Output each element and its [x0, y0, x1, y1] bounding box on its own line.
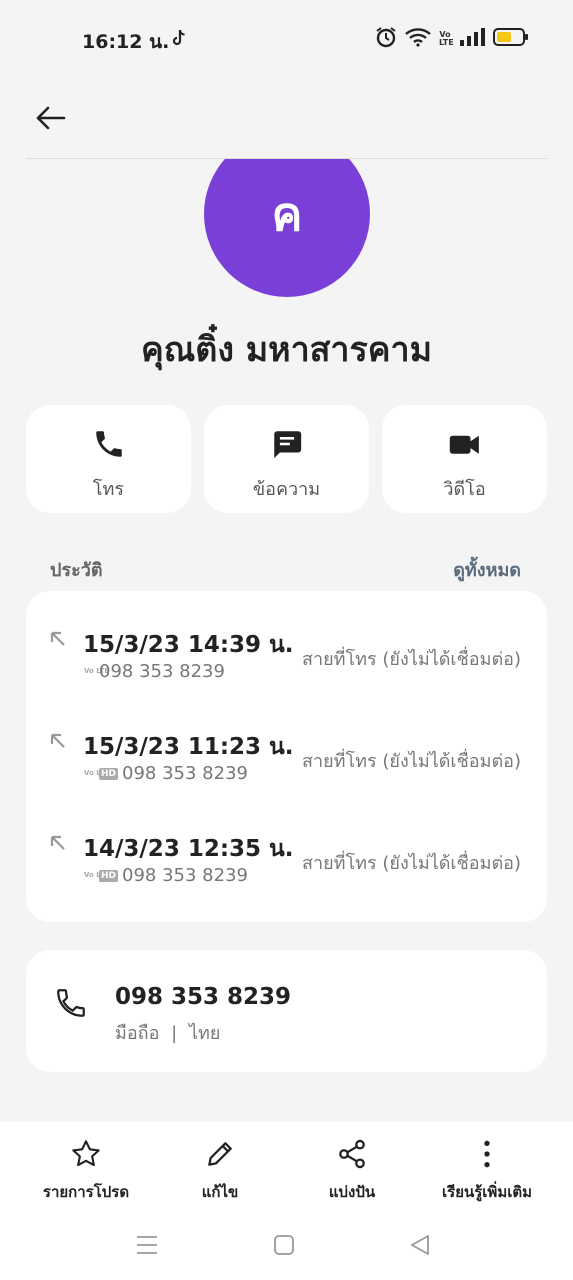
- battery-icon: [493, 27, 529, 51]
- phone-type: มือถือ: [115, 1023, 160, 1044]
- call-sub: Vo LTE HD 098 353 8239: [84, 763, 248, 784]
- call-status: สายที่โทร (ยังไม่ได้เชื่อมต่อ): [301, 853, 521, 874]
- volte-icon: Vo LTE: [439, 30, 454, 47]
- call-datetime: 15/3/23 11:23 น.: [83, 734, 294, 760]
- call-sub: Vo LTE 098 353 8239: [84, 661, 225, 682]
- call-number: 098 353 8239: [122, 865, 248, 886]
- call-datetime: 14/3/23 12:35 น.: [83, 836, 294, 862]
- volte-icon: Vo LTE: [84, 769, 110, 777]
- call-label: โทร: [92, 479, 125, 500]
- call-history-row[interactable]: 15/3/23 14:39 น. Vo LTE 098 353 8239 สาย…: [26, 619, 547, 709]
- volte-icon: Vo LTE: [84, 667, 110, 675]
- phone-number-details: มือถือ | ไทย: [115, 1018, 220, 1047]
- hd-badge: HD: [99, 767, 119, 780]
- home-icon[interactable]: [273, 1234, 295, 1256]
- call-button[interactable]: โทร: [26, 405, 191, 513]
- alarm-icon: [375, 26, 397, 52]
- avatar: ค: [204, 159, 370, 297]
- contact-name: คุณติ๋ง มหาสารคาม: [140, 330, 433, 370]
- back-arrow-icon: [36, 106, 66, 130]
- phone-number-card[interactable]: 098 353 8239 มือถือ | ไทย: [26, 950, 547, 1072]
- more-button[interactable]: เรียนรู้เพิ่มเติม: [436, 1138, 538, 1204]
- share-icon: [339, 1139, 365, 1169]
- outgoing-call-arrow-icon: [50, 835, 65, 850]
- share-label: แบ่งปัน: [328, 1183, 376, 1201]
- back-icon[interactable]: [409, 1234, 431, 1256]
- phone-country: ไทย: [188, 1023, 221, 1044]
- phone-icon: [95, 431, 122, 457]
- history-view-all-link[interactable]: ดูทั้งหมด: [453, 555, 521, 584]
- signal-icon: [459, 28, 485, 50]
- more-vertical-icon: [484, 1140, 490, 1168]
- navigation-bar: [0, 1218, 573, 1280]
- message-button[interactable]: ข้อความ: [204, 405, 369, 513]
- outgoing-call-arrow-icon: [50, 631, 65, 646]
- star-icon: [72, 1140, 100, 1167]
- call-number: 098 353 8239: [122, 763, 248, 784]
- wifi-icon: [405, 27, 431, 51]
- phone-number: 098 353 8239: [115, 984, 292, 1010]
- history-title: ประวัติ: [50, 560, 103, 581]
- avatar-container: ค: [0, 159, 573, 309]
- video-icon: [449, 435, 479, 454]
- message-icon: [273, 431, 301, 459]
- status-time: 16:12 น.: [82, 31, 170, 53]
- share-button[interactable]: แบ่งปัน: [316, 1138, 388, 1204]
- phone-separator: |: [171, 1023, 178, 1044]
- hd-badge: HD: [99, 869, 119, 882]
- back-button[interactable]: [30, 98, 72, 140]
- favorite-label: รายการโปรด: [42, 1183, 130, 1201]
- history-card: 15/3/23 14:39 น. Vo LTE 098 353 8239 สาย…: [26, 591, 547, 922]
- tiktok-icon: [171, 29, 187, 51]
- video-button[interactable]: วิดีโอ: [382, 405, 547, 513]
- more-label: เรียนรู้เพิ่มเติม: [442, 1183, 532, 1201]
- phone-outline-icon: [57, 989, 85, 1017]
- message-label: ข้อความ: [252, 479, 321, 500]
- video-label: วิดีโอ: [443, 479, 486, 500]
- pencil-icon: [208, 1142, 232, 1166]
- recents-icon[interactable]: [136, 1234, 158, 1256]
- edit-button[interactable]: แก้ไข: [184, 1138, 256, 1204]
- edit-label: แก้ไข: [201, 1183, 239, 1201]
- status-icons: Vo LTE: [375, 26, 529, 52]
- volte-icon: Vo LTE: [84, 871, 110, 879]
- call-datetime: 15/3/23 14:39 น.: [83, 632, 294, 658]
- call-number: 098 353 8239: [99, 661, 225, 682]
- call-status: สายที่โทร (ยังไม่ได้เชื่อมต่อ): [301, 751, 521, 772]
- call-status: สายที่โทร (ยังไม่ได้เชื่อมต่อ): [301, 649, 521, 670]
- favorite-button[interactable]: รายการโปรด: [38, 1138, 134, 1204]
- avatar-letter: ค: [271, 186, 303, 241]
- bottom-toolbar: รายการโปรด แก้ไข แบ่งปัน เรียนรู้เพิ่มเต…: [0, 1122, 573, 1218]
- call-history-row[interactable]: 14/3/23 12:35 น. Vo LTE HD 098 353 8239 …: [26, 823, 547, 913]
- call-sub: Vo LTE HD 098 353 8239: [84, 865, 248, 886]
- call-history-row[interactable]: 15/3/23 11:23 น. Vo LTE HD 098 353 8239 …: [26, 721, 547, 811]
- outgoing-call-arrow-icon: [50, 733, 65, 748]
